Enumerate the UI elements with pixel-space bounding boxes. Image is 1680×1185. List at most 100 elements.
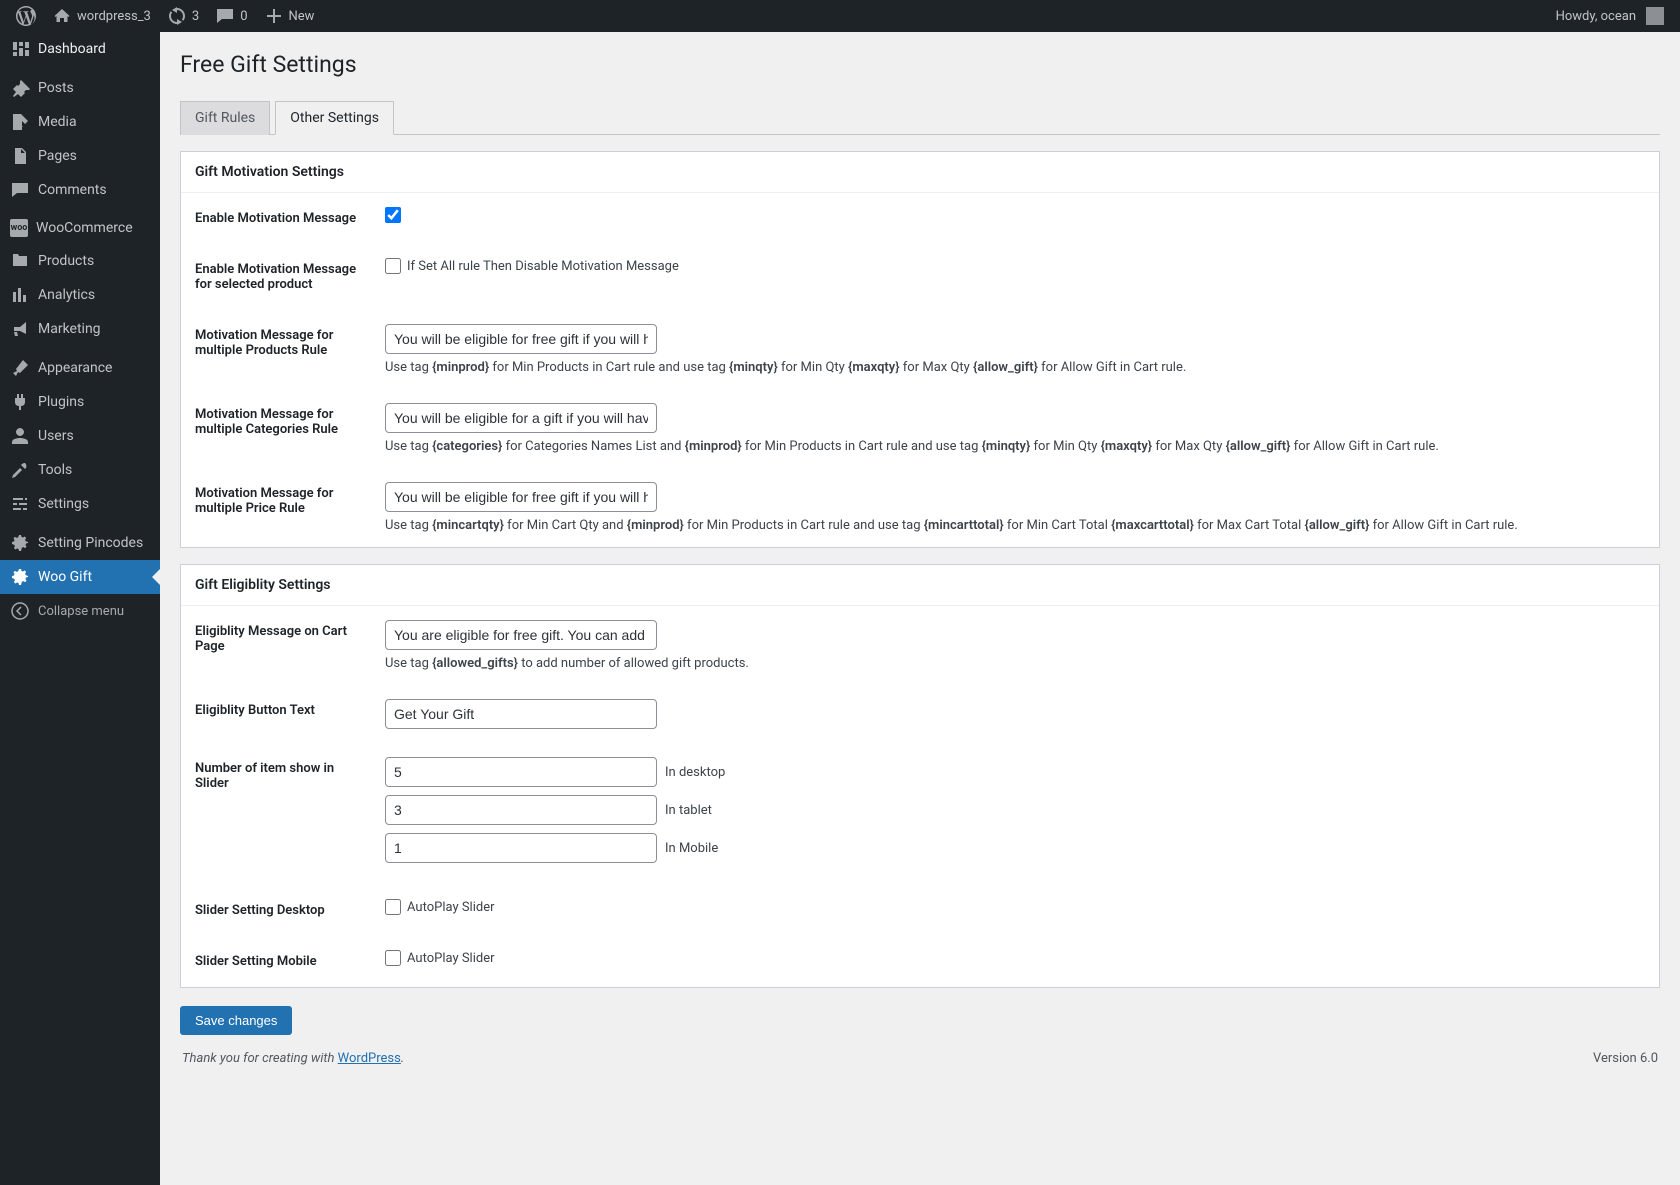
field-label: Enable Motivation Message [181,193,381,244]
sidebar-item-users[interactable]: Users [0,419,160,453]
field-label: Slider Setting Desktop [181,885,381,936]
slider-desktop-autoplay-checkbox[interactable] [385,899,401,915]
comment-icon [215,6,235,26]
field-desc: Use tag {mincartqty} for Min Cart Qty an… [385,518,1645,533]
slider-tablet-input[interactable] [385,795,657,825]
panel-eligibility: Gift Eligiblity Settings Eligiblity Mess… [180,564,1660,988]
sidebar-item-woocommerce[interactable]: woo WooCommerce [0,212,160,244]
updates[interactable]: 3 [159,0,207,32]
sidebar-item-appearance[interactable]: Appearance [0,351,160,385]
sidebar-item-label: Appearance [38,360,112,376]
toolbar-right: Howdy, ocean [1548,0,1672,32]
tab-other-settings[interactable]: Other Settings [275,101,394,135]
checkbox-hint: If Set All rule Then Disable Motivation … [407,259,679,274]
wrench-icon [10,460,30,480]
eligibility-button-text-input[interactable] [385,699,657,729]
wordpress-link[interactable]: WordPress [338,1051,401,1066]
slider-mobile-input[interactable] [385,833,657,863]
sidebar-item-label: Products [38,253,94,269]
field-suffix: In Mobile [665,841,718,856]
sidebar-item-label: Plugins [38,394,84,410]
admin-sidebar: Dashboard Posts Media Pages Comments woo… [0,32,160,1185]
gear-icon [10,567,30,587]
sidebar-item-dashboard[interactable]: Dashboard [0,32,160,66]
dashboard-icon [10,39,30,59]
footer-thanks: Thank you for creating with WordPress. [182,1051,404,1066]
panel-header: Gift Eligiblity Settings [181,565,1659,606]
megaphone-icon [10,319,30,339]
eligibility-cart-msg-input[interactable] [385,620,657,650]
sidebar-item-products[interactable]: Products [0,244,160,278]
page-icon [10,146,30,166]
checkbox-label: AutoPlay Slider [407,900,495,915]
admin-toolbar: wordpress_3 3 0 New Howdy, ocean [0,0,1680,32]
sidebar-item-label: Posts [38,80,74,96]
collapse-icon [10,601,30,621]
sidebar-item-media[interactable]: Media [0,105,160,139]
save-changes-button[interactable]: Save changes [180,1006,292,1035]
sidebar-item-plugins[interactable]: Plugins [0,385,160,419]
field-label: Motivation Message for multiple Products… [181,310,381,389]
sidebar-item-posts[interactable]: Posts [0,71,160,105]
field-desc: Use tag {allowed_gifts} to add number of… [385,656,1645,671]
field-suffix: In tablet [665,803,712,818]
media-icon [10,112,30,132]
pin-icon [10,78,30,98]
sidebar-item-label: Pages [38,148,77,164]
sliders-icon [10,494,30,514]
field-suffix: In desktop [665,765,725,780]
woo-icon: woo [10,219,28,237]
sidebar-item-label: Settings [38,496,89,512]
sidebar-item-setting-pincodes[interactable]: Setting Pincodes [0,526,160,560]
home-icon [52,6,72,26]
main-content: Free Gift Settings Gift Rules Other Sett… [160,32,1680,1185]
wp-logo[interactable] [8,0,44,32]
user-icon [10,426,30,446]
enable-motivation-selected-checkbox[interactable] [385,258,401,274]
sidebar-item-comments[interactable]: Comments [0,173,160,207]
site-name-label: wordpress_3 [77,9,151,24]
motivation-products-input[interactable] [385,324,657,354]
field-label: Slider Setting Mobile [181,936,381,987]
sidebar-item-pages[interactable]: Pages [0,139,160,173]
enable-motivation-selected-wrap[interactable]: If Set All rule Then Disable Motivation … [385,258,679,274]
updates-count: 3 [192,9,199,24]
form-table: Eligiblity Message on Cart Page Use tag … [181,606,1659,987]
field-desc: Use tag {categories} for Categories Name… [385,439,1645,454]
new[interactable]: New [256,0,323,32]
checkbox-label: AutoPlay Slider [407,951,495,966]
sidebar-item-label: Tools [38,462,72,478]
slider-desktop-input[interactable] [385,757,657,787]
tab-gift-rules[interactable]: Gift Rules [180,101,270,135]
sidebar-item-label: Analytics [38,287,95,303]
toolbar-left: wordpress_3 3 0 New [8,0,322,32]
page-title: Free Gift Settings [180,42,1660,82]
sidebar-item-analytics[interactable]: Analytics [0,278,160,312]
slider-mobile-autoplay-wrap[interactable]: AutoPlay Slider [385,950,495,966]
slider-desktop-autoplay-wrap[interactable]: AutoPlay Slider [385,899,495,915]
sidebar-item-settings[interactable]: Settings [0,487,160,521]
wordpress-icon [16,6,36,26]
footer: Thank you for creating with WordPress. V… [180,1035,1660,1066]
howdy-account[interactable]: Howdy, ocean [1548,0,1672,32]
sidebar-item-label: Collapse menu [38,604,124,619]
site-name[interactable]: wordpress_3 [44,0,159,32]
field-label: Number of item show in Slider [181,743,381,885]
motivation-categories-input[interactable] [385,403,657,433]
sidebar-item-woo-gift[interactable]: Woo Gift [0,560,160,594]
sidebar-item-label: Dashboard [38,41,106,57]
sidebar-item-tools[interactable]: Tools [0,453,160,487]
enable-motivation-checkbox[interactable] [385,207,401,223]
field-label: Eligiblity Message on Cart Page [181,606,381,685]
sidebar-item-marketing[interactable]: Marketing [0,312,160,346]
comments[interactable]: 0 [207,0,255,32]
sidebar-collapse[interactable]: Collapse menu [0,594,160,628]
panel-header: Gift Motivation Settings [181,152,1659,193]
field-label: Eligiblity Button Text [181,685,381,743]
field-label: Motivation Message for multiple Price Ru… [181,468,381,547]
motivation-price-input[interactable] [385,482,657,512]
sidebar-item-label: WooCommerce [36,220,133,236]
comments-count: 0 [240,9,247,24]
avatar [1646,7,1664,25]
slider-mobile-autoplay-checkbox[interactable] [385,950,401,966]
